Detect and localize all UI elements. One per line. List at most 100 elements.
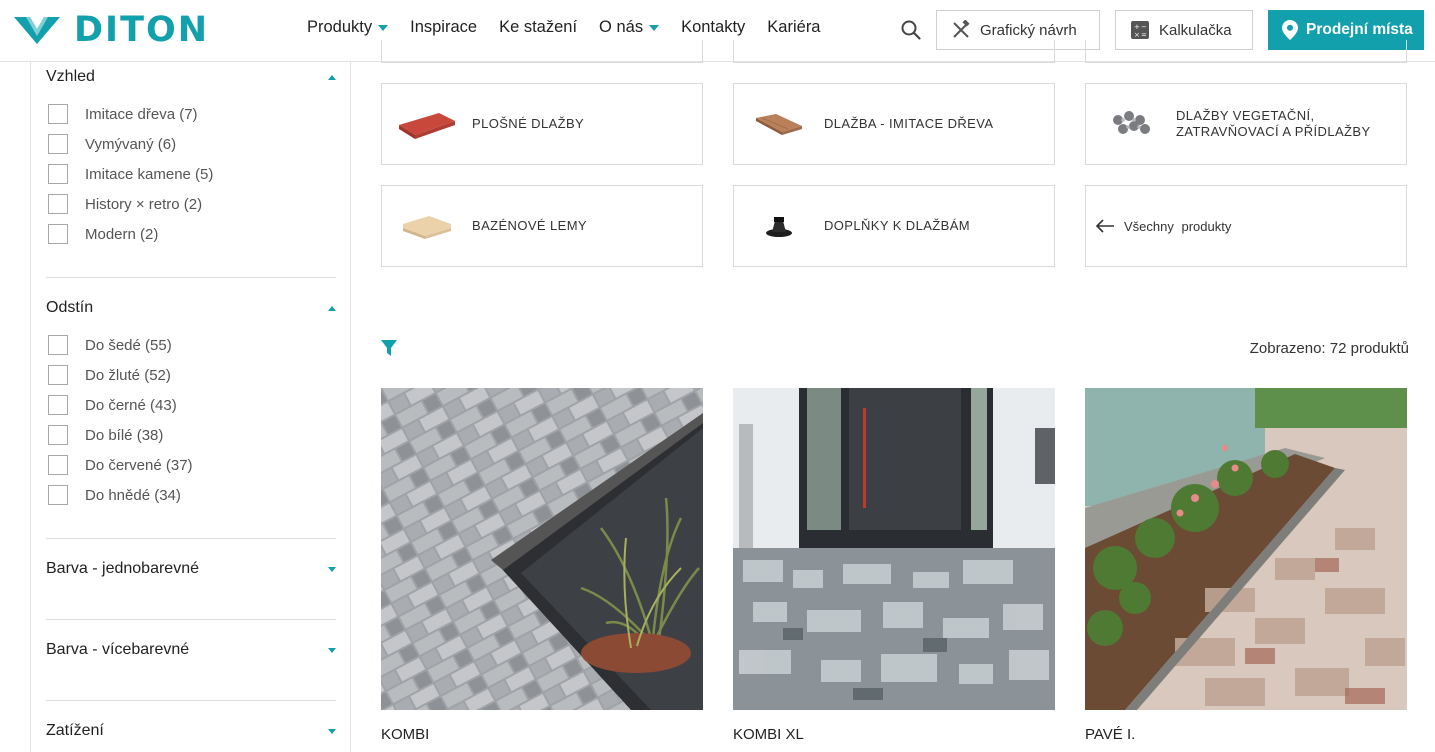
chevron-down-icon xyxy=(328,566,336,572)
checkbox[interactable] xyxy=(48,365,68,385)
checkbox[interactable] xyxy=(48,425,68,445)
checkbox[interactable] xyxy=(48,395,68,415)
filter-section-title: Odstín xyxy=(46,299,94,316)
nav-label: O nás xyxy=(599,18,644,36)
checkbox[interactable] xyxy=(48,485,68,505)
checkbox[interactable] xyxy=(48,224,68,244)
filter-sidebar: Vzhled Imitace dřeva (7) Vymývaný (6) Im… xyxy=(30,62,351,752)
filter-section-header[interactable]: Zatížení xyxy=(46,716,336,746)
arrow-left-icon xyxy=(1086,218,1124,234)
checkbox[interactable] xyxy=(48,104,68,124)
category-card-partial[interactable] xyxy=(381,40,703,63)
chevron-down-icon xyxy=(328,728,336,734)
product-image[interactable] xyxy=(1085,388,1407,710)
category-card-all-products[interactable]: Všechny produkty xyxy=(1085,185,1407,267)
checkbox[interactable] xyxy=(48,194,68,214)
product-card[interactable]: KOMBI XL xyxy=(733,388,1055,743)
filter-section-header[interactable]: Odstín xyxy=(46,293,336,323)
filter-section-shade: Odstín Do šedé (55) Do žluté (52) Do čer… xyxy=(46,293,336,510)
filter-option-label: History × retro (2) xyxy=(85,195,203,213)
filter-section-header[interactable]: Barva - jednobarevné xyxy=(46,554,336,584)
category-label: Bazénové lemy xyxy=(472,218,588,233)
filter-option-label: Modern (2) xyxy=(85,225,159,243)
nav-label: Inspirace xyxy=(410,18,478,36)
filter-section-title: Barva - jednobarevné xyxy=(46,560,199,577)
category-label: Dlažba - imitace dřeva xyxy=(824,116,994,131)
product-count: Zobrazeno: 72 produktů xyxy=(1249,340,1409,357)
checkbox[interactable] xyxy=(48,455,68,475)
nav-label: Ke stažení xyxy=(499,18,578,36)
checkbox[interactable] xyxy=(48,134,68,154)
map-pin-icon xyxy=(1282,20,1298,40)
nav-item-kariera[interactable]: Kariéra xyxy=(767,18,820,37)
nav-item-produkty[interactable]: Produkty xyxy=(307,18,389,37)
filter-section-color-single: Barva - jednobarevné xyxy=(46,554,336,584)
chevron-down-icon xyxy=(649,24,660,31)
product-image[interactable] xyxy=(381,388,703,710)
nav-item-kontakty[interactable]: Kontakty xyxy=(681,18,745,37)
filter-option-label: Do černé (43) xyxy=(85,396,177,414)
divider xyxy=(46,700,336,701)
filter-option[interactable]: Modern (2) xyxy=(46,219,336,249)
product-card[interactable]: KOMBI xyxy=(381,388,703,743)
category-card-partial[interactable] xyxy=(733,40,1055,63)
category-card-partial[interactable] xyxy=(1085,40,1407,63)
logo[interactable]: DITON xyxy=(14,10,209,50)
category-label: Plošné dlažby xyxy=(472,116,585,131)
filter-option-label: Do bílé (38) xyxy=(85,426,164,444)
filter-option[interactable]: Do černé (43) xyxy=(46,390,336,420)
filter-option[interactable]: History × retro (2) xyxy=(46,189,336,219)
category-card-pool-edges[interactable]: Bazénové lemy xyxy=(381,185,703,267)
product-name[interactable]: KOMBI xyxy=(381,726,703,743)
filter-option-label: Vymývaný (6) xyxy=(85,135,177,153)
divider xyxy=(46,538,336,539)
filter-option[interactable]: Imitace dřeva (7) xyxy=(46,99,336,129)
product-name[interactable]: PAVÉ I. xyxy=(1085,726,1407,743)
category-label: Všechny produkty xyxy=(1124,218,1232,234)
filter-section-header[interactable]: Barva - vícebarevné xyxy=(46,635,336,665)
filter-option-label: Do šedé (55) xyxy=(85,336,172,354)
category-label: Doplňky k dlažbám xyxy=(824,218,970,233)
filter-option[interactable]: Do žluté (52) xyxy=(46,360,336,390)
pedestal-icon xyxy=(734,196,824,256)
filter-option-label: Imitace kamene (5) xyxy=(85,165,214,183)
wood-tile-icon xyxy=(734,94,824,154)
main-nav: Produkty Inspirace Ke stažení O nás Kont… xyxy=(307,18,843,37)
product-name[interactable]: KOMBI XL xyxy=(733,726,1055,743)
calculator-icon: + − × = xyxy=(1130,20,1150,40)
chevron-down-icon xyxy=(328,647,336,653)
category-card-flat-tiles[interactable]: Plošné dlažby xyxy=(381,83,703,165)
nav-label: Kontakty xyxy=(681,18,746,36)
filter-option[interactable]: Vymývaný (6) xyxy=(46,129,336,159)
filter-option-label: Imitace dřeva (7) xyxy=(85,105,198,123)
nav-item-ke-stazeni[interactable]: Ke stažení xyxy=(499,18,577,37)
nav-item-o-nas[interactable]: O nás xyxy=(599,18,660,37)
logo-mark-icon xyxy=(14,17,60,44)
product-image[interactable] xyxy=(733,388,1055,710)
nav-label: Produkty xyxy=(307,18,373,36)
filter-option[interactable]: Do hnědé (34) xyxy=(46,480,336,510)
filter-option[interactable]: Do šedé (55) xyxy=(46,330,336,360)
checkbox[interactable] xyxy=(48,335,68,355)
category-card-grass-pavers[interactable]: Dlažby vegetační, zatravňovací a přídlaž… xyxy=(1085,83,1407,165)
filter-section-header[interactable]: Vzhled xyxy=(46,62,336,92)
filter-section-title: Zatížení xyxy=(46,722,104,739)
grass-paver-icon xyxy=(1086,94,1176,154)
filter-option[interactable]: Imitace kamene (5) xyxy=(46,159,336,189)
svg-text:−: − xyxy=(1141,23,1147,31)
design-button-label: Grafický návrh xyxy=(980,21,1077,39)
product-card[interactable]: PAVÉ I. xyxy=(1085,388,1407,743)
nav-label: Kariéra xyxy=(767,18,821,36)
stores-button-label: Prodejní místa xyxy=(1306,21,1413,38)
nav-item-inspirace[interactable]: Inspirace xyxy=(410,18,477,37)
filter-option[interactable]: Do bílé (38) xyxy=(46,420,336,450)
filter-funnel-icon[interactable] xyxy=(380,339,398,362)
logo-wordmark: DITON xyxy=(74,10,209,50)
chevron-up-icon xyxy=(328,305,336,311)
checkbox[interactable] xyxy=(48,164,68,184)
category-card-wood-imitation[interactable]: Dlažba - imitace dřeva xyxy=(733,83,1055,165)
filter-option[interactable]: Do červené (37) xyxy=(46,450,336,480)
category-label: Dlažby vegetační, zatravňovací a přídlaž… xyxy=(1176,108,1371,139)
category-card-accessories[interactable]: Doplňky k dlažbám xyxy=(733,185,1055,267)
svg-text:+: + xyxy=(1134,23,1140,31)
